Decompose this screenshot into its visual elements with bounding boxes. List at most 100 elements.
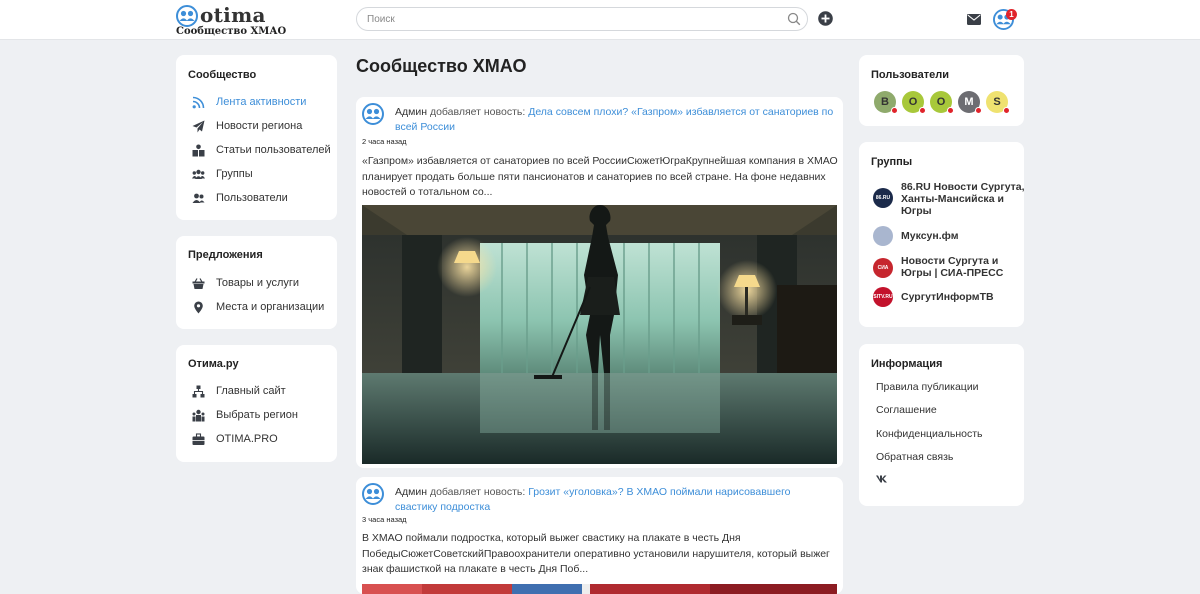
user-initial: B [881, 96, 889, 108]
nav-label: Пользователи [216, 192, 288, 204]
user-avatar[interactable]: M [958, 91, 982, 114]
notification-badge: 1 [1006, 9, 1017, 20]
post-image[interactable] [362, 205, 837, 464]
post-timestamp: 3 часа назад [362, 515, 407, 524]
nav-label: Главный сайт [216, 385, 286, 397]
nav-label: Выбрать регион [216, 409, 298, 421]
vk-icon[interactable] [876, 475, 888, 483]
groups-card: Группы 86.RU 86.RU Новости Сургута, Хант… [859, 142, 1025, 327]
users-card: Пользователи B O O M S [859, 55, 1024, 126]
nav-groups[interactable]: Группы [192, 167, 332, 183]
search-icon[interactable] [787, 12, 801, 26]
nav-label: Новости региона [216, 120, 303, 132]
nav-goods-services[interactable]: Товары и услуги [192, 276, 332, 292]
feed-post: Админ добавляет новость: Грозит «уголовк… [356, 477, 843, 594]
sitemap-icon [192, 385, 205, 398]
group-item[interactable]: 86.RU 86.RU Новости Сургута, Ханты-Манси… [873, 181, 1025, 217]
post-author[interactable]: Админ [395, 486, 427, 498]
search-box [356, 7, 808, 31]
region-icon [192, 409, 205, 422]
info-card: Информация Правила публикации Соглашение… [859, 344, 1024, 506]
groups-icon [192, 169, 205, 179]
group-logo: SITV.RU [873, 287, 893, 307]
group-name: Новости Сургута и Югры | СИА-ПРЕСС [901, 255, 1004, 279]
otima-menu-card: Отима.ру Главный сайт Выбрать регион OTI… [176, 345, 337, 462]
site-logo[interactable]: otima Сообщество ХМАО [176, 3, 286, 37]
paper-plane-icon [192, 120, 205, 133]
rules-link[interactable]: Правила публикации [876, 381, 979, 393]
info-card-title: Информация [871, 358, 943, 370]
post-timestamp: 2 часа назад [362, 137, 407, 146]
otima-logo-icon [176, 5, 198, 27]
user-avatar[interactable]: O [930, 91, 954, 114]
privacy-link[interactable]: Конфиденциальность [876, 428, 983, 440]
otima-menu-title: Отима.ру [188, 358, 239, 370]
nav-activity-feed[interactable]: Лента активности [192, 95, 332, 111]
post-image[interactable] [362, 584, 837, 594]
author-avatar[interactable] [362, 103, 384, 125]
nav-user-articles[interactable]: Статьи пользователей [192, 143, 332, 159]
offers-menu-title: Предложения [188, 249, 263, 261]
nav-label: Статьи пользователей [216, 144, 331, 156]
agreement-link[interactable]: Соглашение [876, 404, 937, 416]
post-excerpt: «Газпром» избавляется от санаториев по в… [362, 155, 838, 198]
author-avatar[interactable] [362, 483, 384, 505]
user-avatar[interactable]: B [874, 91, 898, 114]
group-item[interactable]: СИА ПРЕСС Новости Сургута и Югры | СИА-П… [873, 255, 1013, 281]
logo-subtitle: Сообщество ХМАО [176, 26, 287, 37]
group-name: 86.RU Новости Сургута, Ханты-Мансийска и… [901, 181, 1025, 217]
group-name: СургутИнформТВ [901, 291, 994, 303]
feedback-link[interactable]: Обратная связь [876, 451, 953, 463]
nav-label: Лента активности [216, 96, 307, 108]
users-icon [192, 193, 205, 203]
search-input[interactable] [367, 11, 777, 27]
nav-label: Группы [216, 168, 253, 180]
post-header: Админ добавляет новость: Грозит «уголовк… [395, 485, 835, 515]
articles-icon [192, 144, 205, 157]
group-logo [873, 226, 893, 246]
nav-label: Товары и услуги [216, 277, 300, 289]
nav-places-orgs[interactable]: Места и организации [192, 300, 332, 316]
group-item[interactable]: Муксун.фм [873, 226, 1013, 246]
woman-mopping-hall-image [362, 205, 837, 464]
online-indicator [891, 107, 898, 114]
nav-otima-pro[interactable]: OTIMA.PRO [192, 432, 332, 448]
groups-card-title: Группы [871, 156, 913, 168]
nav-choose-region[interactable]: Выбрать регион [192, 408, 332, 424]
offers-menu-card: Предложения Товары и услуги Места и орга… [176, 236, 337, 329]
top-header: otima Сообщество ХМАО 1 [0, 0, 1200, 40]
post-excerpt: В ХМАО поймали подростка, который выжег … [362, 532, 830, 575]
group-item[interactable]: SITV.RU СургутИнформТВ [873, 287, 1013, 307]
add-post-icon[interactable] [818, 11, 833, 26]
basket-icon [192, 278, 205, 289]
poster-image [362, 584, 837, 594]
user-initial: S [993, 96, 1001, 108]
nav-main-site[interactable]: Главный сайт [192, 384, 332, 400]
map-pin-icon [194, 301, 203, 314]
online-indicator [975, 107, 982, 114]
online-indicator [919, 107, 926, 114]
user-initial: M [964, 96, 974, 108]
post-action: добавляет новость: [429, 486, 526, 498]
group-name: Муксун.фм [901, 230, 959, 242]
briefcase-icon [192, 433, 205, 445]
online-indicator [947, 107, 954, 114]
page-title: Сообщество ХМАО [356, 56, 527, 76]
user-avatar[interactable]: O [902, 91, 926, 114]
post-action: добавляет новость: [429, 106, 526, 118]
nav-users[interactable]: Пользователи [192, 191, 332, 207]
community-menu-card: Сообщество Лента активности Новости реги… [176, 55, 337, 220]
online-indicator [1003, 107, 1010, 114]
mail-icon[interactable] [967, 14, 981, 25]
user-initial: O [908, 96, 918, 108]
rss-icon [192, 96, 205, 109]
feed-post: Админ добавляет новость: Дела совсем пло… [356, 97, 843, 468]
post-author[interactable]: Админ [395, 106, 427, 118]
group-logo: СИА ПРЕСС [873, 258, 893, 278]
nav-region-news[interactable]: Новости региона [192, 119, 332, 135]
user-avatar[interactable]: S [986, 91, 1010, 114]
nav-label: Места и организации [216, 301, 325, 313]
community-menu-title: Сообщество [188, 69, 257, 81]
user-initial: O [936, 96, 946, 108]
group-logo: 86.RU [873, 188, 893, 208]
